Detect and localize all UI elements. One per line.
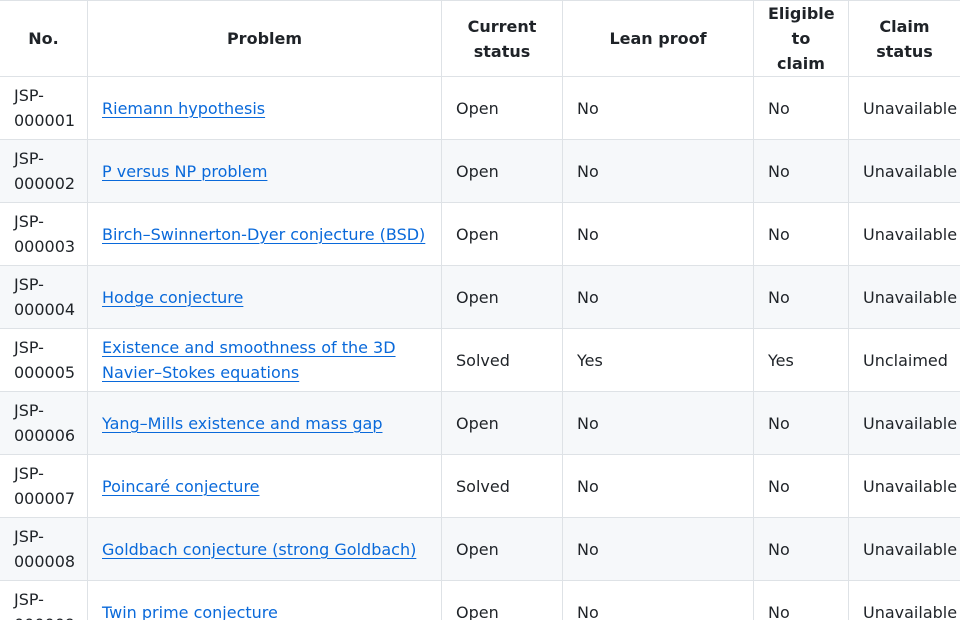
problem-cell: P versus NP problem bbox=[87, 139, 442, 203]
table-row: JSP-000003 Birch–Swinnerton-Dyer conject… bbox=[0, 202, 960, 266]
claim-status-cell: Unavailable bbox=[848, 76, 960, 140]
problem-number: JSP-000008 bbox=[0, 517, 88, 581]
lean-proof-cell: No bbox=[562, 580, 754, 620]
problem-cell: Twin prime conjecture bbox=[87, 580, 442, 620]
table-header: No. Problem Current status Lean proof El… bbox=[0, 0, 960, 77]
current-status-cell: Open bbox=[441, 139, 563, 203]
problem-number: JSP-000009 bbox=[0, 580, 88, 620]
problem-cell: Poincaré conjecture bbox=[87, 454, 442, 518]
problem-cell: Yang–Mills existence and mass gap bbox=[87, 391, 442, 455]
eligible-to-claim-cell: No bbox=[753, 454, 849, 518]
problem-cell: Birch–Swinnerton-Dyer conjecture (BSD) bbox=[87, 202, 442, 266]
problem-number: JSP-000002 bbox=[0, 139, 88, 203]
problem-number: JSP-000003 bbox=[0, 202, 88, 266]
eligible-to-claim-cell: Yes bbox=[753, 328, 849, 392]
claim-status-cell: Unavailable bbox=[848, 580, 960, 620]
table-body: JSP-000001 Riemann hypothesis Open No No… bbox=[0, 76, 960, 620]
problem-link[interactable]: P versus NP problem bbox=[102, 162, 267, 181]
eligible-to-claim-cell: No bbox=[753, 580, 849, 620]
eligible-to-claim-cell: No bbox=[753, 391, 849, 455]
eligible-to-claim-cell: No bbox=[753, 202, 849, 266]
problem-link[interactable]: Hodge conjecture bbox=[102, 288, 243, 307]
table-row: JSP-000006 Yang–Mills existence and mass… bbox=[0, 391, 960, 455]
table-row: JSP-000008 Goldbach conjecture (strong G… bbox=[0, 517, 960, 581]
table-row: JSP-000009 Twin prime conjecture Open No… bbox=[0, 580, 960, 620]
header-current-status: Current status bbox=[441, 0, 563, 77]
table-row: JSP-000005 Existence and smoothness of t… bbox=[0, 328, 960, 392]
current-status-cell: Solved bbox=[441, 454, 563, 518]
table-row: JSP-000004 Hodge conjecture Open No No U… bbox=[0, 265, 960, 329]
problem-link[interactable]: Poincaré conjecture bbox=[102, 477, 260, 496]
lean-proof-cell: No bbox=[562, 139, 754, 203]
claim-status-cell: Unclaimed bbox=[848, 328, 960, 392]
problem-number: JSP-000007 bbox=[0, 454, 88, 518]
claim-status-cell: Unavailable bbox=[848, 202, 960, 266]
problem-cell: Riemann hypothesis bbox=[87, 76, 442, 140]
eligible-to-claim-cell: No bbox=[753, 139, 849, 203]
problem-link[interactable]: Yang–Mills existence and mass gap bbox=[102, 414, 382, 433]
claim-status-cell: Unavailable bbox=[848, 265, 960, 329]
lean-proof-cell: No bbox=[562, 454, 754, 518]
header-eligible-to-claim: Eligible to claim bbox=[753, 0, 849, 77]
lean-proof-cell: No bbox=[562, 517, 754, 581]
header-no: No. bbox=[0, 0, 88, 77]
current-status-cell: Open bbox=[441, 391, 563, 455]
problem-link[interactable]: Existence and smoothness of the 3D Navie… bbox=[102, 338, 396, 382]
current-status-cell: Open bbox=[441, 202, 563, 266]
table-row: JSP-000001 Riemann hypothesis Open No No… bbox=[0, 76, 960, 140]
claim-status-cell: Unavailable bbox=[848, 391, 960, 455]
problem-link[interactable]: Birch–Swinnerton-Dyer conjecture (BSD) bbox=[102, 225, 425, 244]
problem-link[interactable]: Goldbach conjecture (strong Goldbach) bbox=[102, 540, 416, 559]
lean-proof-cell: No bbox=[562, 391, 754, 455]
claim-status-cell: Unavailable bbox=[848, 454, 960, 518]
table-row: JSP-000002 P versus NP problem Open No N… bbox=[0, 139, 960, 203]
table-row: JSP-000007 Poincaré conjecture Solved No… bbox=[0, 454, 960, 518]
problem-link[interactable]: Twin prime conjecture bbox=[102, 603, 278, 620]
problem-cell: Existence and smoothness of the 3D Navie… bbox=[87, 328, 442, 392]
current-status-cell: Solved bbox=[441, 328, 563, 392]
problem-number: JSP-000001 bbox=[0, 76, 88, 140]
lean-proof-cell: No bbox=[562, 76, 754, 140]
eligible-to-claim-cell: No bbox=[753, 76, 849, 140]
problem-cell: Hodge conjecture bbox=[87, 265, 442, 329]
current-status-cell: Open bbox=[441, 76, 563, 140]
header-problem: Problem bbox=[87, 0, 442, 77]
problems-table: No. Problem Current status Lean proof El… bbox=[0, 0, 960, 620]
current-status-cell: Open bbox=[441, 265, 563, 329]
eligible-to-claim-cell: No bbox=[753, 265, 849, 329]
current-status-cell: Open bbox=[441, 580, 563, 620]
current-status-cell: Open bbox=[441, 517, 563, 581]
eligible-to-claim-cell: No bbox=[753, 517, 849, 581]
problem-cell: Goldbach conjecture (strong Goldbach) bbox=[87, 517, 442, 581]
header-lean-proof: Lean proof bbox=[562, 0, 754, 77]
lean-proof-cell: No bbox=[562, 265, 754, 329]
problem-link[interactable]: Riemann hypothesis bbox=[102, 99, 265, 118]
header-row: No. Problem Current status Lean proof El… bbox=[0, 0, 960, 77]
problem-number: JSP-000005 bbox=[0, 328, 88, 392]
claim-status-cell: Unavailable bbox=[848, 139, 960, 203]
claim-status-cell: Unavailable bbox=[848, 517, 960, 581]
lean-proof-cell: Yes bbox=[562, 328, 754, 392]
problem-number: JSP-000006 bbox=[0, 391, 88, 455]
lean-proof-cell: No bbox=[562, 202, 754, 266]
header-claim-status: Claim status bbox=[848, 0, 960, 77]
problem-number: JSP-000004 bbox=[0, 265, 88, 329]
